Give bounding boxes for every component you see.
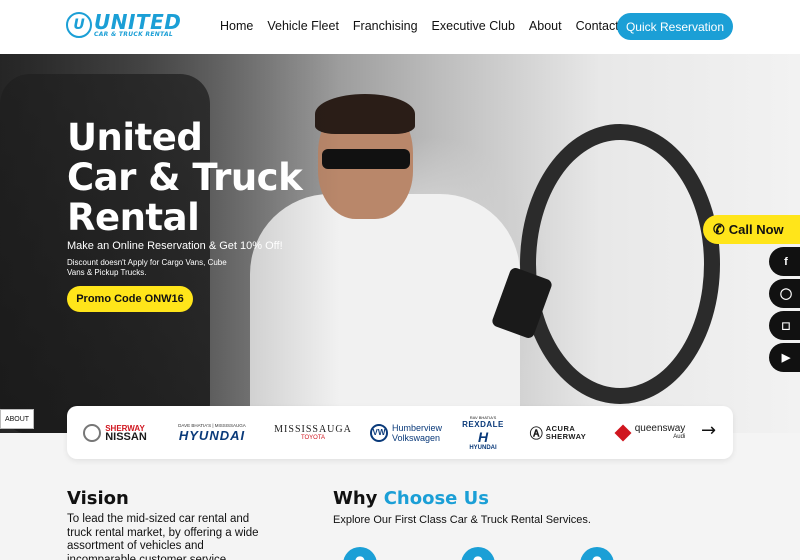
vision-text: To lead the mid-sized car rental and tru… <box>67 513 259 560</box>
feature-icon-3: ● <box>580 547 614 560</box>
promo-code-button[interactable]: Promo Code ONW16 <box>67 286 193 312</box>
nav-about[interactable]: About <box>529 19 562 33</box>
nav-vehicle-fleet[interactable]: Vehicle Fleet <box>267 19 339 33</box>
vision-heading: Vision <box>67 488 129 509</box>
brand-mississauga-hyundai[interactable]: DAVE BHATIA'S | MISSISSAUGA HYUNDAI <box>165 406 259 459</box>
logo-wordmark: UNITED <box>94 10 182 34</box>
why-choose-us-heading: Why Choose Us <box>333 488 489 509</box>
volkswagen-logo-icon: VW <box>369 423 388 442</box>
nav-franchising[interactable]: Franchising <box>353 19 418 33</box>
quick-reservation-button[interactable]: Quick Reservation <box>617 13 733 40</box>
logo-mark-icon: U <box>66 12 92 38</box>
feature-icon-1: ● <box>343 547 377 560</box>
hero-discount-note: Discount doesn't Apply for Cargo Vans, C… <box>67 258 227 277</box>
steering-wheel-image <box>520 124 720 404</box>
call-now-label: Call Now <box>728 222 784 237</box>
instagram-icon[interactable]: ◻ <box>769 311 800 340</box>
brand-mississauga-toyota[interactable]: MISSISSAUGA TOYOTA <box>273 406 353 459</box>
about-side-tab[interactable]: ABOUT <box>0 409 34 429</box>
youtube-icon[interactable]: ▶ <box>769 343 800 372</box>
site-logo[interactable]: U UNITED CAR & TRUCK RENTAL <box>66 12 181 38</box>
brand-sherway-nissan[interactable]: SHERWAY NISSAN <box>79 406 151 459</box>
hyundai-logo-icon: H <box>477 428 489 445</box>
hero-title: United Car & Truck Rental <box>67 116 303 239</box>
main-nav: Home Vehicle Fleet Franchising Executive… <box>220 19 619 33</box>
hero-subtitle: Make an Online Reservation & Get 10% Off… <box>67 240 283 252</box>
logo-tagline: CAR & TRUCK RENTAL <box>94 31 174 38</box>
acura-logo-icon: Ⓐ <box>529 426 543 441</box>
phone-icon: ✆ <box>713 221 725 237</box>
nav-contact[interactable]: Contact <box>576 19 619 33</box>
feature-icon-2: ● <box>461 547 495 560</box>
queensway-logo-icon <box>614 424 632 441</box>
whatsapp-icon[interactable]: ◯ <box>769 279 800 308</box>
brand-rexdale-hyundai[interactable]: RAV BHATIA'S REXDALE H HYUNDAI <box>459 406 507 459</box>
why-choose-us-subtitle: Explore Our First Class Car & Truck Rent… <box>333 514 591 526</box>
brand-humberview-volkswagen[interactable]: VW Humberview Volkswagen <box>365 406 447 459</box>
nav-executive-club[interactable]: Executive Club <box>432 19 515 33</box>
partner-brands-strip: SHERWAY NISSAN DAVE BHATIA'S | MISSISSAU… <box>67 406 733 459</box>
brand-acura-sherway[interactable]: Ⓐ ACURA SHERWAY <box>525 406 591 459</box>
nav-home[interactable]: Home <box>220 19 253 33</box>
site-header: U UNITED CAR & TRUCK RENTAL Home Vehicle… <box>0 0 800 54</box>
brands-next-arrow-icon[interactable]: → <box>701 420 716 441</box>
facebook-icon[interactable]: f <box>769 247 800 276</box>
call-now-button[interactable]: ✆ Call Now <box>703 215 800 244</box>
brand-queensway-audi[interactable]: queensway Audi <box>609 406 693 459</box>
nissan-logo-icon <box>83 423 102 442</box>
